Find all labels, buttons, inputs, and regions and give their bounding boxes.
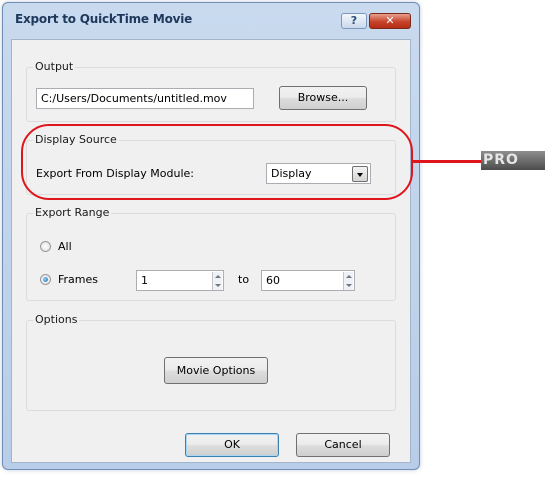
options-group-label: Options (33, 313, 80, 326)
options-group: Options Movie Options (26, 313, 396, 411)
to-label: to (238, 273, 250, 286)
output-group: Output C:/Users/Documents/untitled.mov B… (26, 60, 396, 122)
annotation-connector-line (411, 160, 481, 163)
frames-radio-label[interactable]: Frames (58, 273, 98, 286)
ok-button[interactable]: OK (185, 433, 279, 457)
movie-options-button[interactable]: Movie Options (164, 357, 268, 384)
close-button[interactable]: ✕ (369, 13, 411, 29)
cancel-button[interactable]: Cancel (296, 433, 390, 457)
browse-button[interactable]: Browse... (279, 86, 367, 110)
frame-end-field[interactable]: 60 (261, 270, 355, 291)
frame-start-field[interactable]: 1 (136, 270, 224, 291)
title-bar[interactable]: Export to QuickTime Movie ? ✕ (3, 3, 419, 37)
export-range-group: Export Range All Frames 1 to 60 (26, 206, 396, 301)
export-range-group-label: Export Range (33, 206, 112, 219)
dialog-title: Export to QuickTime Movie (15, 12, 193, 26)
output-group-label: Output (33, 60, 76, 73)
help-button[interactable]: ? (341, 13, 367, 29)
export-quicktime-dialog: Export to QuickTime Movie ? ✕ Output C:/… (2, 2, 420, 470)
pro-badge: PRO (481, 151, 545, 170)
all-radio[interactable] (40, 241, 51, 252)
dialog-client-area: Output C:/Users/Documents/untitled.mov B… (11, 39, 411, 463)
frame-end-spinner[interactable] (343, 272, 353, 290)
frame-start-spinner[interactable] (212, 272, 222, 290)
highlight-ellipse (21, 124, 413, 200)
output-path-field[interactable]: C:/Users/Documents/untitled.mov (36, 88, 254, 109)
all-radio-label[interactable]: All (58, 240, 72, 253)
frames-radio[interactable] (40, 274, 51, 285)
